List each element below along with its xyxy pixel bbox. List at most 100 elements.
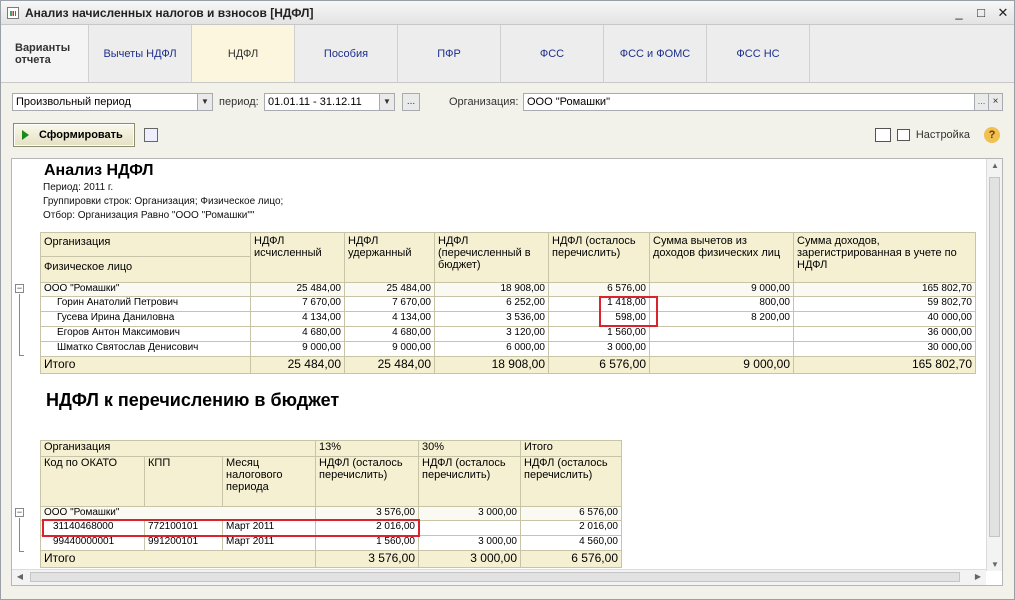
value-cell: 25 484,00	[344, 282, 435, 297]
person-cell: Гусева Ирина Даниловна	[40, 311, 251, 327]
tab-benefits[interactable]: Пособия	[295, 25, 398, 82]
table-row: Горин Анатолий Петрович 7 670,00 7 670,0…	[40, 296, 976, 312]
value-cell: 4 560,00	[520, 535, 622, 551]
tab-label: Вычеты НДФЛ	[103, 47, 177, 60]
value-cell: 40 000,00	[793, 311, 976, 327]
tab-fss-foms[interactable]: ФСС и ФОМС	[604, 25, 707, 82]
title-bar: Анализ начисленных налогов и взносов [НД…	[1, 1, 1014, 25]
print-preview-icon[interactable]	[144, 128, 158, 142]
maximize-icon[interactable]: □	[970, 5, 992, 20]
horizontal-scrollbar[interactable]: ◀ ▶	[12, 569, 986, 585]
col-person-header: Физическое лицо	[40, 256, 251, 283]
col-org-header: Организация	[40, 440, 316, 457]
scroll-right-icon[interactable]: ▶	[970, 572, 986, 581]
col-deductions-header: Сумма вычетов из доходов физических лиц	[649, 232, 794, 283]
col-okato-header: Код по ОКАТО	[40, 456, 145, 507]
total-cell: 165 802,70	[793, 356, 976, 374]
panel-toggle-icon[interactable]	[874, 128, 891, 142]
value-cell: 1 560,00	[548, 326, 650, 342]
chevron-down-icon[interactable]: ▼	[379, 93, 395, 111]
total-cell: 9 000,00	[649, 356, 794, 374]
total-row: Итого 3 576,00 3 000,00 6 576,00	[40, 550, 622, 568]
scroll-thumb[interactable]	[989, 177, 1000, 537]
total-label: Итого	[40, 356, 251, 374]
generate-button-label: Сформировать	[39, 129, 123, 141]
clear-icon[interactable]: ×	[988, 93, 1003, 111]
value-cell: 9 000,00	[344, 341, 435, 357]
period-type-select[interactable]: Произвольный период	[12, 93, 198, 111]
highlight-box	[42, 519, 420, 537]
value-cell: 3 000,00	[418, 506, 521, 521]
minimize-icon[interactable]: _	[948, 5, 970, 20]
tab-label: ПФР	[437, 47, 461, 60]
report-period: Период: 2011 г.	[43, 182, 114, 193]
tab-ndfl-deductions[interactable]: Вычеты НДФЛ	[89, 25, 192, 82]
col-13-sub-header: НДФЛ (осталось перечислить)	[315, 456, 419, 507]
value-cell: 4 134,00	[250, 311, 345, 327]
report-tabs: Варианты отчета Вычеты НДФЛ НДФЛ Пособия…	[1, 25, 1014, 83]
organization-select-button[interactable]: …	[974, 93, 989, 111]
settings-icon[interactable]	[896, 129, 910, 141]
params-row: Произвольный период ▼ период: 01.01.11 -…	[1, 91, 1014, 113]
value-cell: 4 680,00	[344, 326, 435, 342]
value-cell: 3 000,00	[418, 535, 521, 551]
value-cell: 8 200,00	[649, 311, 794, 327]
tab-ndfl[interactable]: НДФЛ	[192, 25, 295, 82]
col-org-header: Организация	[40, 232, 251, 257]
settings-button[interactable]: Настройка	[916, 129, 970, 141]
col-month-header: Месяц налогового периода	[222, 456, 316, 507]
table-row: ООО "Ромашки" 25 484,00 25 484,00 18 908…	[40, 282, 976, 297]
tab-label: ФСС	[539, 47, 565, 60]
organization-label: Организация:	[449, 96, 519, 108]
value-cell: 3 120,00	[434, 326, 549, 342]
okato-cell: 99440000001	[40, 535, 145, 551]
col-total-sub-header: НДФЛ (осталось перечислить)	[520, 456, 622, 507]
report-title: Анализ НДФЛ	[44, 162, 154, 179]
tab-report-variants[interactable]: Варианты отчета	[1, 25, 89, 82]
total-row: Итого 25 484,00 25 484,00 18 908,00 6 57…	[40, 356, 976, 374]
scroll-down-icon[interactable]: ▼	[987, 560, 1002, 569]
value-cell: 7 670,00	[250, 296, 345, 312]
scroll-up-icon[interactable]: ▲	[987, 161, 1002, 170]
col-transferred-header: НДФЛ (перечисленный в бюджет)	[434, 232, 549, 283]
group-line	[19, 551, 24, 552]
period-input[interactable]: 01.01.11 - 31.12.11	[264, 93, 380, 111]
collapse-group-icon[interactable]: −	[15, 508, 24, 517]
col-withheld-header: НДФЛ удержанный	[344, 232, 435, 283]
ndfl-budget-table: Организация 13% 30% Итого Код по ОКАТО К…	[40, 440, 622, 568]
value-cell: 25 484,00	[250, 282, 345, 297]
help-icon[interactable]: ?	[984, 127, 1000, 143]
chevron-down-icon[interactable]: ▼	[197, 93, 213, 111]
vertical-scrollbar[interactable]: ▲ ▼	[986, 159, 1002, 571]
col-total-header: Итого	[520, 440, 622, 457]
value-cell	[649, 326, 794, 342]
col-13-header: 13%	[315, 440, 419, 457]
value-cell: 2 016,00	[520, 520, 622, 536]
tab-pfr[interactable]: ПФР	[398, 25, 501, 82]
table-row: Егоров Антон Максимович 4 680,00 4 680,0…	[40, 326, 976, 342]
tab-label: Варианты отчета	[15, 41, 71, 66]
report-document: Анализ НДФЛ Период: 2011 г. Группировки …	[11, 158, 1003, 586]
generate-button[interactable]: Сформировать	[13, 123, 135, 147]
collapse-group-icon[interactable]: −	[15, 284, 24, 293]
window-title: Анализ начисленных налогов и взносов [НД…	[25, 5, 314, 20]
value-cell: 7 670,00	[344, 296, 435, 312]
total-cell: 25 484,00	[250, 356, 345, 374]
value-cell: 18 908,00	[434, 282, 549, 297]
value-cell	[418, 520, 521, 536]
scroll-thumb[interactable]	[30, 572, 960, 582]
close-icon[interactable]: ✕	[992, 5, 1014, 21]
scroll-left-icon[interactable]: ◀	[12, 572, 28, 581]
total-cell: 6 576,00	[520, 550, 622, 568]
toolbar: Сформировать Настройка ?	[1, 123, 1014, 149]
total-cell: 18 908,00	[434, 356, 549, 374]
value-cell	[649, 341, 794, 357]
total-label: Итого	[40, 550, 316, 568]
report-app-icon	[7, 6, 19, 19]
organization-input[interactable]: ООО "Ромашки"	[523, 93, 975, 111]
period-select-button[interactable]: ...	[402, 93, 420, 111]
toolbar-right: Настройка ?	[874, 127, 1000, 143]
tab-fss-ns[interactable]: ФСС НС	[707, 25, 810, 82]
group-line	[19, 518, 20, 551]
tab-fss[interactable]: ФСС	[501, 25, 604, 82]
